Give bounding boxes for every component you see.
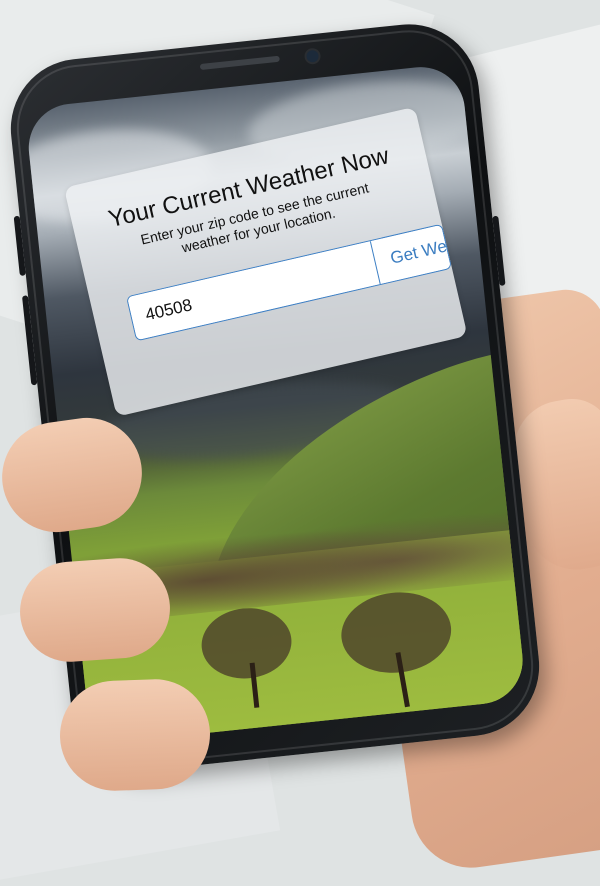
hand-finger	[58, 677, 212, 793]
get-weather-button[interactable]: Get Weather	[369, 223, 453, 285]
phone-device: Your Current Weather Now Enter your zip …	[3, 17, 547, 778]
